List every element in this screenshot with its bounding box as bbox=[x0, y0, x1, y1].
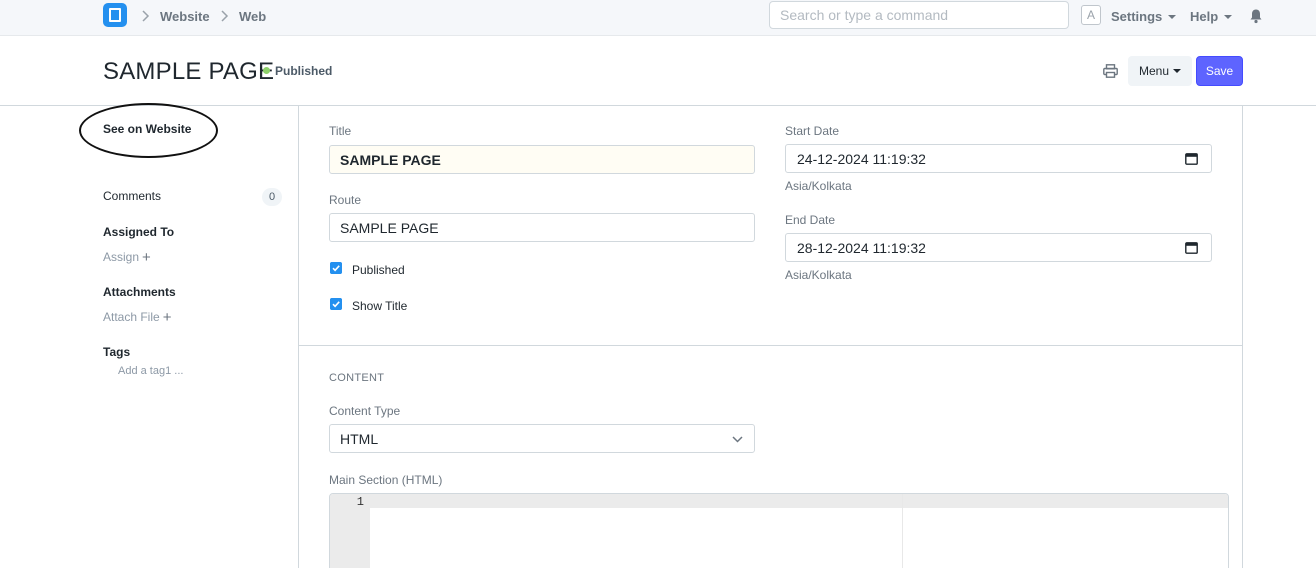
settings-label: Settings bbox=[1111, 9, 1163, 24]
calendar-icon[interactable] bbox=[1185, 241, 1198, 254]
assign-link[interactable]: Assign + bbox=[103, 249, 151, 266]
page-title: SAMPLE PAGE bbox=[103, 58, 275, 85]
caret-down-icon bbox=[1168, 15, 1177, 19]
published-checkbox-label: Published bbox=[352, 263, 405, 277]
title-field[interactable]: SAMPLE PAGE bbox=[329, 145, 755, 174]
highlight-ellipse bbox=[79, 103, 218, 158]
show-title-checkbox-label: Show Title bbox=[352, 299, 408, 313]
printer-icon[interactable] bbox=[1103, 64, 1118, 78]
content-section-heading: CONTENT bbox=[329, 372, 385, 384]
attach-file-link[interactable]: Attach File + bbox=[103, 309, 171, 326]
status-indicator bbox=[263, 67, 270, 74]
menu-label: Menu bbox=[1138, 64, 1170, 78]
assigned-to-label: Assigned To bbox=[103, 225, 175, 239]
search-input[interactable] bbox=[769, 1, 1069, 29]
tags-label: Tags bbox=[103, 345, 131, 359]
published-checkbox[interactable] bbox=[330, 262, 342, 274]
start-timezone: Asia/Kolkata bbox=[785, 179, 852, 193]
show-title-checkbox[interactable] bbox=[330, 298, 342, 310]
help-label: Help bbox=[1190, 9, 1219, 24]
status-badge: Published bbox=[275, 64, 333, 78]
main-section-label: Main Section (HTML) bbox=[329, 473, 443, 487]
attachments-label: Attachments bbox=[103, 285, 176, 299]
plus-icon: + bbox=[162, 309, 172, 326]
content-type-label: Content Type bbox=[329, 404, 401, 418]
settings-dropdown[interactable]: Settings bbox=[1111, 9, 1177, 24]
menu-button[interactable]: Menu bbox=[1128, 56, 1192, 86]
attach-file-label: Attach File bbox=[103, 310, 160, 324]
end-timezone: Asia/Kolkata bbox=[785, 268, 852, 282]
end-date-field[interactable]: 28-12-2024 11:19:32 bbox=[785, 233, 1212, 262]
end-date-label: End Date bbox=[785, 213, 836, 227]
breadcrumb-web[interactable]: Web bbox=[239, 9, 266, 24]
chevron-right-icon bbox=[142, 10, 150, 22]
start-date-label: Start Date bbox=[785, 124, 840, 138]
editor-line-number: 1 bbox=[356, 495, 364, 509]
content-type-select[interactable]: HTML bbox=[329, 424, 755, 453]
bell-icon[interactable] bbox=[1249, 8, 1263, 24]
title-field-label: Title bbox=[329, 124, 352, 138]
help-dropdown[interactable]: Help bbox=[1190, 9, 1233, 24]
caret-down-icon bbox=[1224, 15, 1233, 19]
breadcrumb-website[interactable]: Website bbox=[160, 9, 210, 24]
editor-active-line bbox=[370, 494, 1228, 508]
chevron-down-icon bbox=[732, 436, 743, 443]
page-head: SAMPLE PAGE Published Menu Save bbox=[0, 36, 1316, 106]
comments-label: Comments bbox=[103, 189, 162, 203]
app-logo-icon[interactable] bbox=[103, 3, 127, 27]
editor-print-margin bbox=[902, 494, 903, 568]
route-field[interactable]: SAMPLE PAGE bbox=[329, 213, 755, 242]
chevron-right-icon bbox=[221, 10, 229, 22]
route-field-label: Route bbox=[329, 193, 362, 207]
code-editor[interactable]: 1 bbox=[329, 493, 1229, 568]
save-button[interactable]: Save bbox=[1196, 56, 1243, 86]
section-divider bbox=[298, 345, 1243, 346]
start-date-field[interactable]: 24-12-2024 11:19:32 bbox=[785, 144, 1212, 173]
comments-count-badge: 0 bbox=[262, 188, 282, 206]
plus-icon: + bbox=[142, 249, 151, 266]
caret-down-icon bbox=[1173, 69, 1182, 73]
assign-label: Assign bbox=[103, 250, 140, 264]
top-navbar: Website Web A Settings Help bbox=[0, 0, 1316, 36]
add-tag-link[interactable]: Add a tag1 ... bbox=[118, 365, 183, 377]
avatar[interactable]: A bbox=[1081, 5, 1101, 25]
calendar-icon[interactable] bbox=[1185, 152, 1198, 165]
